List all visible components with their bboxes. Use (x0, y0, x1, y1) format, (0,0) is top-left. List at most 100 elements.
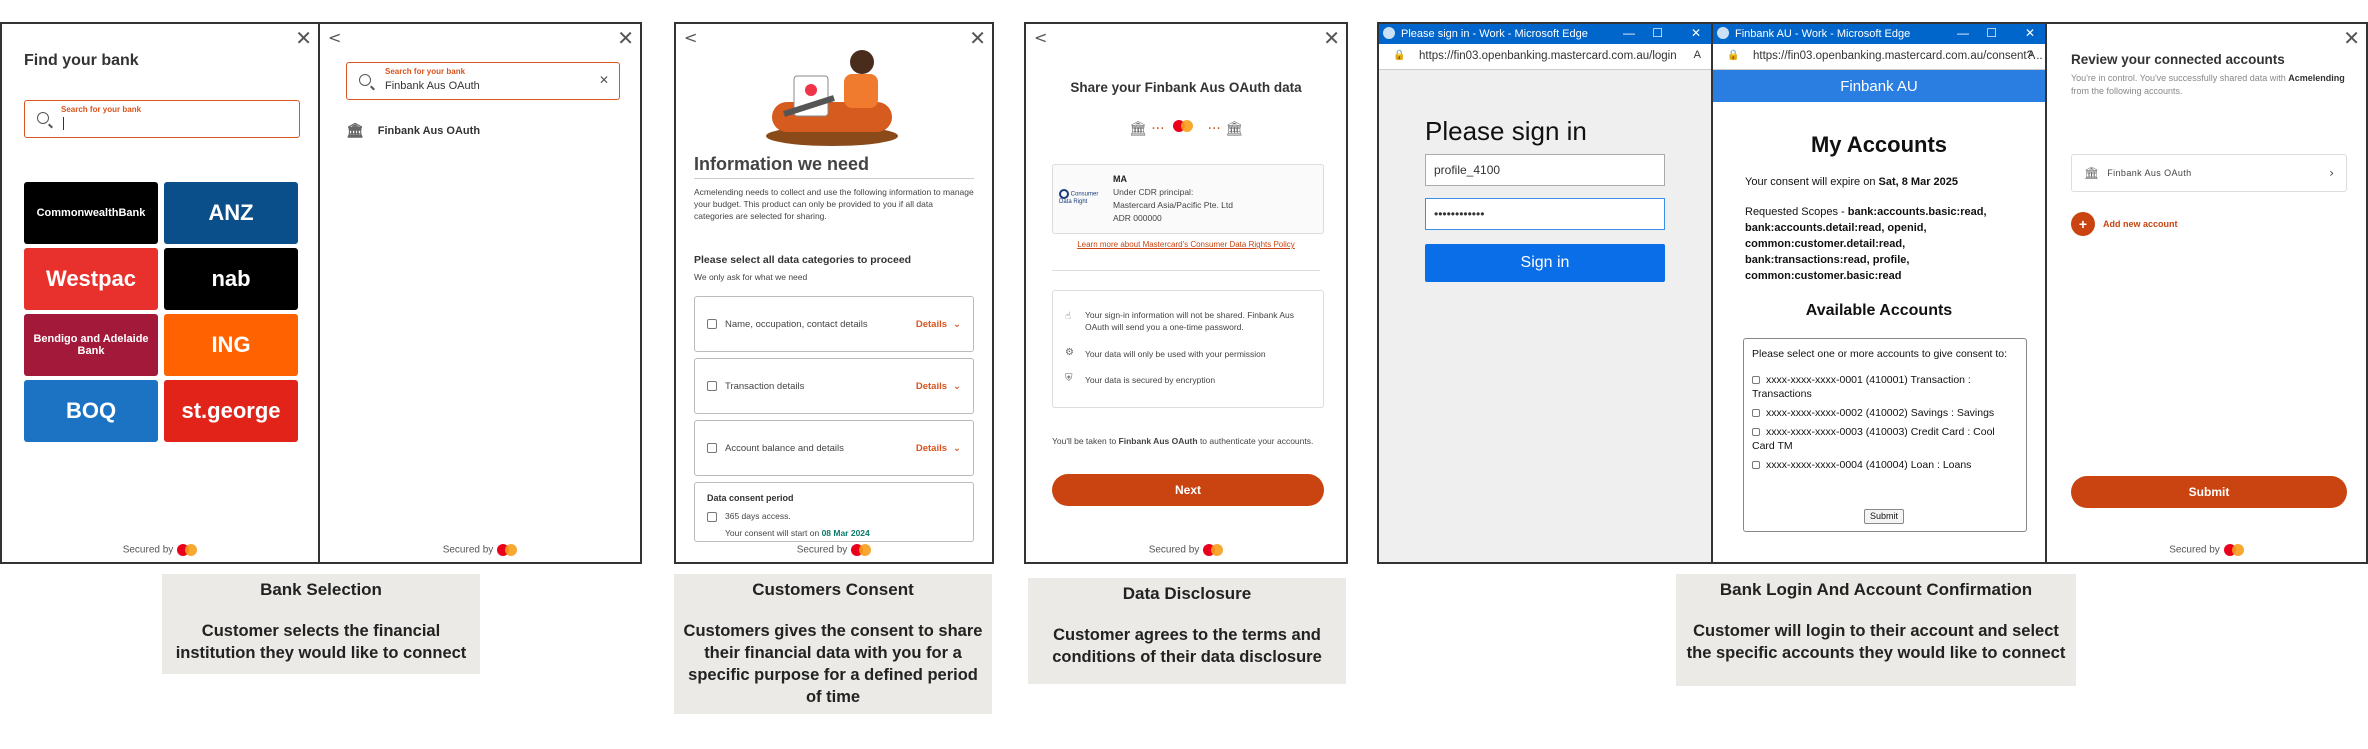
bank-tile[interactable]: Westpac (24, 248, 158, 310)
close-window-icon[interactable]: ✕ (2025, 26, 2035, 40)
screen-information-needed: < ✕ Information we need Acmelending need… (674, 22, 994, 564)
bank-tile[interactable]: CommonwealthBank (24, 182, 158, 244)
sign-in-button[interactable]: Sign in (1425, 244, 1665, 282)
data-category-item[interactable]: Name, occupation, contact details Details… (694, 296, 974, 352)
details-toggle[interactable]: Details ⌄ (916, 319, 961, 330)
category-label: Account balance and details (725, 442, 844, 454)
caption-data-disclosure: Data Disclosure Customer agrees to the t… (1028, 578, 1346, 684)
account-option: xxxx-xxxx-xxxx-0004 (410004) Loan : Loan… (1752, 458, 2018, 472)
close-icon[interactable]: ✕ (1323, 28, 1340, 48)
category-checkbox[interactable] (707, 443, 717, 453)
account-option: xxxx-xxxx-xxxx-0003 (410003) Credit Card… (1752, 425, 2018, 453)
screen-review-accounts: ✕ Review your connected accounts You're … (2045, 22, 2368, 564)
screen-my-accounts-window: Finbank AU - Work - Microsoft Edge — ☐ ✕… (1711, 22, 2047, 564)
maximize-icon[interactable]: ☐ (1652, 26, 1663, 40)
address-bar[interactable]: 🔒 https://fin03.openbanking.mastercard.c… (1713, 44, 2045, 70)
minimize-icon[interactable]: — (1623, 26, 1635, 40)
mastercard-logo-icon (2223, 544, 2244, 556)
section-title: Information we need (694, 154, 870, 174)
read-aloud-icon[interactable]: A (1694, 49, 1701, 61)
account-checkbox[interactable] (1752, 409, 1760, 418)
bank-search-input[interactable]: Search for your bank Finbank Aus OAuth ✕ (346, 62, 620, 100)
password-field[interactable]: •••••••••••• (1425, 198, 1665, 230)
ma-line3: ADR 000000 (1113, 213, 1162, 223)
account-checkbox[interactable] (1752, 376, 1760, 385)
screen-search-results: < ✕ Search for your bank Finbank Aus OAu… (318, 22, 642, 564)
back-icon[interactable]: < (1034, 28, 1047, 47)
submit-button[interactable]: Submit (2071, 476, 2347, 508)
account-checkbox[interactable] (1752, 461, 1760, 470)
bank-tile[interactable]: BOQ (24, 380, 158, 442)
info-card: ☝ Your sign-in information will not be s… (1052, 290, 1324, 408)
chevron-down-icon: ⌄ (953, 380, 961, 392)
account-option: xxxx-xxxx-xxxx-0002 (410002) Savings : S… (1752, 406, 2018, 420)
close-icon[interactable]: ✕ (295, 28, 312, 48)
category-checkbox[interactable] (707, 381, 717, 391)
caption-desc: Customer will login to their account and… (1686, 622, 2066, 662)
bank-building-icon: 🏛 (1128, 121, 1147, 137)
back-icon[interactable]: < (328, 28, 341, 47)
caption-desc: Customers gives the consent to share the… (683, 622, 983, 706)
mastercard-logo-icon (1203, 544, 1224, 556)
account-label: xxxx-xxxx-xxxx-0004 (410004) Loan : Loan… (1766, 459, 1972, 471)
maximize-icon[interactable]: ☐ (1986, 26, 1997, 40)
bank-tile[interactable]: Bendigo and Adelaide Bank (24, 314, 158, 376)
username-field[interactable]: profile_4100 (1425, 154, 1665, 186)
caption-bank-login: Bank Login And Account Confirmation Cust… (1676, 574, 2076, 686)
clear-icon[interactable]: ✕ (599, 73, 609, 87)
close-window-icon[interactable]: ✕ (1691, 26, 1701, 40)
no-share-icon: ☝ (1065, 311, 1072, 322)
search-icon (37, 112, 49, 124)
illustration (766, 50, 898, 146)
consent-checkbox[interactable] (707, 511, 717, 522)
window-title-bar: Please sign in - Work - Microsoft Edge —… (1379, 24, 1711, 44)
bank-tile[interactable]: st.george (164, 380, 298, 442)
select-heading: Please select all data categories to pro… (694, 254, 912, 266)
shield-icon: ⛨ (1065, 373, 1073, 384)
select-prompt: Please select one or more accounts to gi… (1752, 348, 2008, 360)
caption-customers-consent: Customers Consent Customers gives the co… (674, 574, 992, 714)
result-item[interactable]: 🏛 Finbank Aus OAuth (346, 120, 616, 142)
result-label: Finbank Aus OAuth (377, 125, 481, 137)
connected-account-row[interactable]: 🏛 Finbank Aus OAuth › (2071, 154, 2347, 192)
data-category-item[interactable]: Account balance and details Details ⌄ (694, 420, 974, 476)
share-title: Share your Finbank Aus OAuth data (1070, 80, 1302, 95)
details-toggle[interactable]: Details ⌄ (916, 381, 961, 392)
screen-share-data: < ✕ Share your Finbank Aus OAuth data 🏛 … (1024, 22, 1348, 564)
details-toggle[interactable]: Details ⌄ (916, 443, 961, 454)
ma-card: Consumer Data Right MA Under CDR princip… (1052, 164, 1324, 234)
address-bar[interactable]: 🔒 https://fin03.openbanking.mastercard.c… (1379, 44, 1711, 70)
secured-by: Secured by (676, 544, 992, 556)
scopes-text: Requested Scopes - bank:accounts.basic:r… (1745, 206, 1987, 282)
back-icon[interactable]: < (684, 28, 697, 47)
close-icon[interactable]: ✕ (2343, 28, 2360, 48)
consent-period-box: Data consent period 365 days access. You… (694, 482, 974, 542)
url-text: https://fin03.openbanking.mastercard.com… (1753, 50, 2043, 62)
category-checkbox[interactable] (707, 319, 717, 329)
bank-tile[interactable]: ANZ (164, 182, 298, 244)
plus-icon: + (2071, 212, 2095, 236)
bank-search-input[interactable]: Search for your bank (24, 100, 300, 138)
finbank-banner: Finbank AU (1713, 70, 2045, 102)
bank-tile[interactable]: nab (164, 248, 298, 310)
close-icon[interactable]: ✕ (617, 28, 634, 48)
close-icon[interactable]: ✕ (969, 28, 986, 48)
mastercard-logo-icon (497, 544, 518, 556)
account-checkbox[interactable] (1752, 428, 1760, 437)
data-category-item[interactable]: Transaction details Details ⌄ (694, 358, 974, 414)
accounts-submit-button[interactable]: Submit (1864, 509, 1904, 524)
intro-text: Acmelending needs to collect and use the… (694, 187, 974, 221)
bank-tile[interactable]: ING (164, 314, 298, 376)
screen-sign-in-window: Please sign in - Work - Microsoft Edge —… (1377, 22, 1713, 564)
consent-start-date: 08 Mar 2024 (821, 527, 870, 538)
next-button[interactable]: Next (1052, 474, 1324, 506)
edge-icon (1383, 27, 1395, 39)
read-aloud-icon[interactable]: A (2028, 49, 2035, 61)
consent-start-prefix: Your consent will start on (725, 527, 820, 538)
info-permission: Your data will only be used with your pe… (1085, 349, 1266, 359)
consent-days: 365 days access. (725, 511, 791, 521)
minimize-icon[interactable]: — (1957, 26, 1969, 40)
account-option: xxxx-xxxx-xxxx-0001 (410001) Transaction… (1752, 373, 2018, 401)
cdr-policy-link[interactable]: Learn more about Mastercard's Consumer D… (1026, 240, 1346, 249)
add-account-button[interactable]: + Add new account (2071, 212, 2178, 236)
